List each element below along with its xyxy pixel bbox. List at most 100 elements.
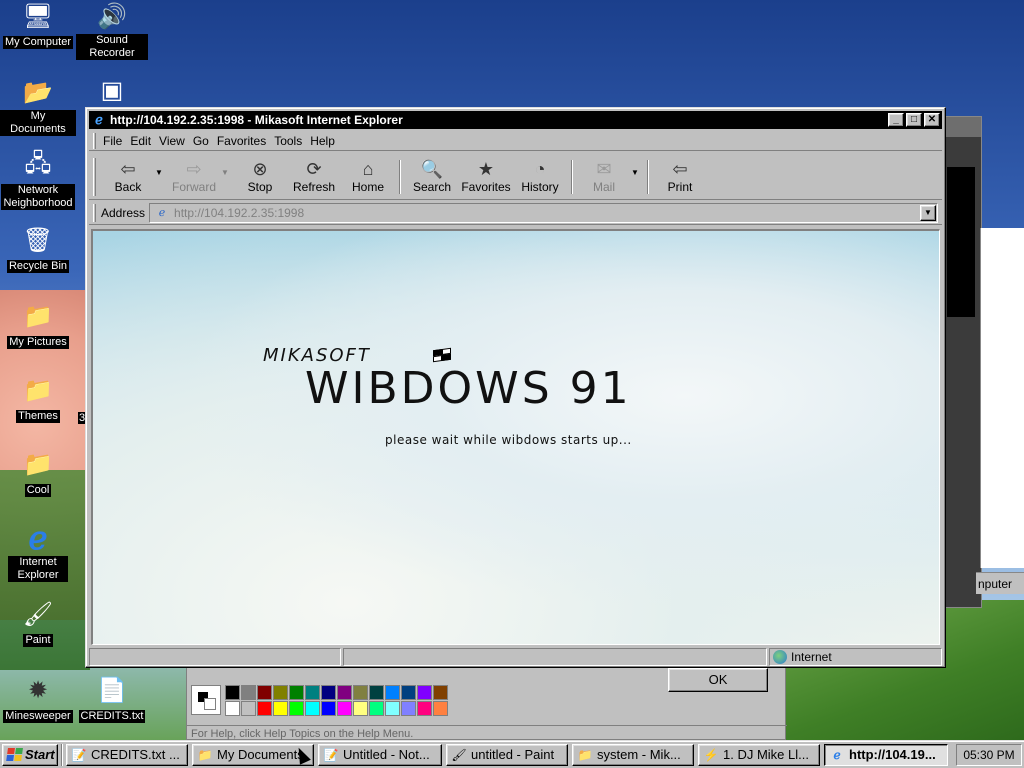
palette-swatch[interactable]	[289, 685, 304, 700]
menu-file[interactable]: File	[103, 134, 122, 148]
taskbar-item-media-player[interactable]: ⚡ 1. DJ Mike Ll...	[698, 743, 820, 766]
desktop-icon-minesweeper[interactable]: ✹ Minesweeper	[0, 674, 76, 723]
desktop-icon-label: Minesweeper	[3, 710, 73, 723]
palette-swatch[interactable]	[241, 685, 256, 700]
mail-dropdown[interactable]: ▼	[631, 154, 643, 177]
desktop-icon-credits-txt[interactable]: 📄 CREDITS.txt	[74, 674, 150, 723]
palette-swatch[interactable]	[433, 685, 448, 700]
print-icon: ⇦	[672, 159, 688, 179]
home-button[interactable]: ⌂ Home	[341, 154, 395, 198]
palette-swatch[interactable]	[225, 701, 240, 716]
toolbar-grip[interactable]	[93, 158, 96, 196]
forward-button[interactable]: ⇨ Forward	[167, 154, 221, 198]
toolbar: ⇦ Back ▼ ⇨ Forward ▼ ⊗ Stop ⟳ Refresh ⌂ …	[89, 154, 942, 200]
task-label: untitled - Paint	[471, 747, 555, 762]
palette-swatch[interactable]	[305, 701, 320, 716]
palette-swatch[interactable]	[369, 685, 384, 700]
desktop-icon-paint[interactable]: 🖌 Paint	[0, 598, 76, 647]
ok-button[interactable]: OK	[668, 668, 768, 692]
palette-swatch[interactable]	[353, 701, 368, 716]
refresh-button[interactable]: ⟳ Refresh	[287, 154, 341, 198]
palette-swatch[interactable]	[433, 701, 448, 716]
palette-swatch[interactable]	[337, 701, 352, 716]
menu-help[interactable]: Help	[310, 134, 335, 148]
palette-swatch[interactable]	[225, 685, 240, 700]
desktop-icon-my-computer[interactable]: 🖥 My Computer	[0, 0, 76, 49]
desktop-icon-my-documents[interactable]: 📂 My Documents	[0, 76, 76, 136]
address-field[interactable]: ℯ ▼	[149, 202, 938, 223]
addressbar-grip[interactable]	[93, 204, 96, 222]
palette-swatch[interactable]	[369, 701, 384, 716]
menu-view[interactable]: View	[159, 134, 185, 148]
menu-go[interactable]: Go	[193, 134, 209, 148]
palette-swatch[interactable]	[337, 685, 352, 700]
minimize-button[interactable]: _	[888, 113, 904, 127]
palette-swatch[interactable]	[273, 701, 288, 716]
history-button[interactable]: ◔ History	[513, 154, 567, 198]
print-button[interactable]: ⇦ Print	[653, 154, 707, 198]
palette-swatch[interactable]	[305, 685, 320, 700]
start-button[interactable]: Start	[2, 743, 58, 766]
palette-swatch[interactable]	[401, 685, 416, 700]
address-dropdown-button[interactable]: ▼	[920, 204, 936, 221]
palette-swatch[interactable]	[273, 685, 288, 700]
system-tray: 05:30 PM	[956, 743, 1022, 766]
background-window-titlebar[interactable]	[941, 117, 981, 137]
back-dropdown[interactable]: ▼	[155, 154, 167, 177]
taskbar-item-internet-explorer[interactable]: ℯ http://104.19...	[824, 743, 948, 766]
browser-titlebar[interactable]: ℯ http://104.192.2.35:1998 - Mikasoft In…	[89, 111, 942, 129]
internet-explorer-icon: ℯ	[833, 747, 841, 762]
palette-swatch[interactable]	[289, 701, 304, 716]
maximize-button[interactable]: □	[906, 113, 922, 127]
desktop-icon-network-neighborhood[interactable]: 🖧 Network Neighborhood	[0, 150, 76, 210]
background-color	[204, 698, 216, 710]
menu-tools[interactable]: Tools	[274, 134, 302, 148]
background-window[interactable]	[940, 116, 982, 608]
network-icon: 🖧	[24, 149, 52, 177]
taskbar-item-paint[interactable]: 🖌 untitled - Paint	[446, 743, 568, 766]
search-button[interactable]: 🔍 Search	[405, 154, 459, 198]
palette-swatch[interactable]	[417, 685, 432, 700]
palette-swatch[interactable]	[321, 685, 336, 700]
windows-logo-icon	[6, 747, 24, 762]
desktop-icon-themes[interactable]: 📁 Themes	[0, 374, 76, 423]
notepad-icon: 📝	[323, 747, 339, 762]
menu-favorites[interactable]: Favorites	[217, 134, 266, 148]
palette-swatch[interactable]	[257, 701, 272, 716]
taskbar-item-untitled-notepad[interactable]: 📝 Untitled - Not...	[318, 743, 442, 766]
close-button[interactable]: ✕	[924, 113, 940, 127]
desktop-icon-internet-explorer[interactable]: ℯ Internet Explorer	[0, 520, 76, 582]
stop-button[interactable]: ⊗ Stop	[233, 154, 287, 198]
desktop-icon-unnamed[interactable]: ▣	[74, 74, 150, 108]
mail-button[interactable]: ✉ Mail	[577, 154, 631, 198]
palette-swatch[interactable]	[417, 701, 432, 716]
back-button[interactable]: ⇦ Back	[101, 154, 155, 198]
address-input[interactable]	[174, 205, 920, 220]
taskbar-item-system[interactable]: 📁 system - Mik...	[572, 743, 694, 766]
palette-swatch[interactable]	[385, 701, 400, 716]
desktop-icon-my-pictures[interactable]: 📁 My Pictures	[0, 300, 76, 349]
palette-swatch[interactable]	[385, 685, 400, 700]
palette-swatch[interactable]	[353, 685, 368, 700]
palette-swatch[interactable]	[401, 701, 416, 716]
palette-swatch[interactable]	[241, 701, 256, 716]
home-icon: ⌂	[362, 159, 374, 179]
current-colors[interactable]	[191, 685, 221, 715]
stop-label: Stop	[247, 180, 273, 194]
web-page-content[interactable]: MIKASOFT WIBDOWS 91 please wait while wi…	[91, 229, 940, 645]
menu-edit[interactable]: Edit	[130, 134, 151, 148]
taskbar-item-credits[interactable]: 📝 CREDITS.txt ...	[66, 743, 188, 766]
menubar-grip[interactable]	[93, 133, 96, 149]
palette-swatch[interactable]	[257, 685, 272, 700]
favorites-button[interactable]: ★ Favorites	[459, 154, 513, 198]
executable-icon: ▣	[100, 76, 124, 104]
palette-swatch[interactable]	[321, 701, 336, 716]
desktop-icon-cool[interactable]: 📁 Cool	[0, 448, 76, 497]
color-palette[interactable]	[225, 685, 448, 716]
forward-dropdown[interactable]: ▼	[221, 154, 233, 177]
desktop-icon-recycle-bin[interactable]: 🗑 Recycle Bin	[0, 224, 76, 273]
folder-icon: 📁	[197, 747, 213, 762]
desktop-icon-sound-recorder[interactable]: 🔊 Sound Recorder	[74, 0, 150, 60]
browser-window[interactable]: ℯ http://104.192.2.35:1998 - Mikasoft In…	[85, 107, 946, 668]
clock[interactable]: 05:30 PM	[963, 748, 1014, 762]
